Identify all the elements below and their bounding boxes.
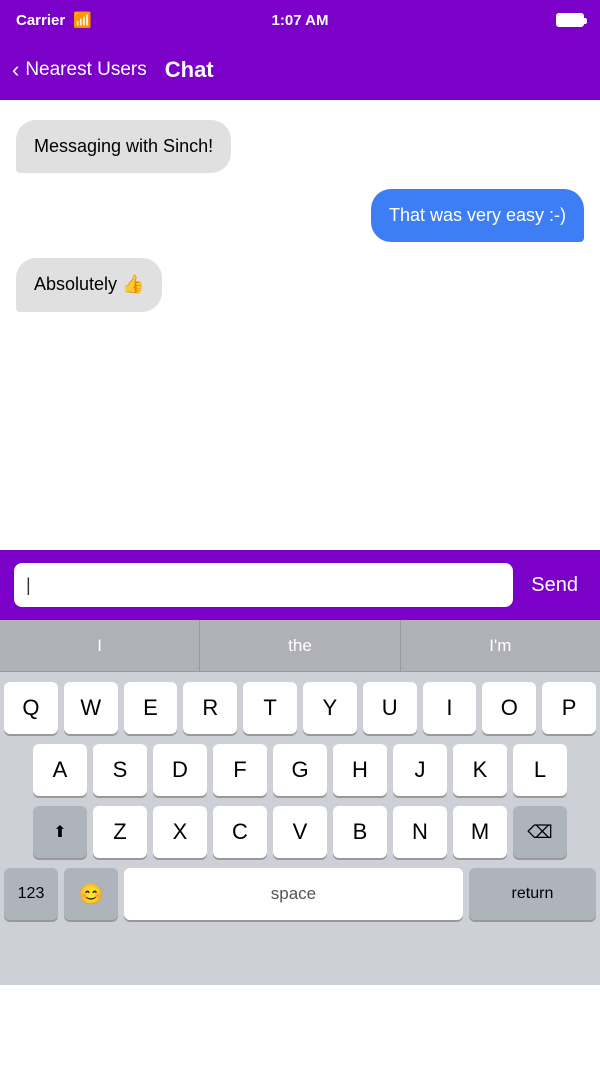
key-W[interactable]: W xyxy=(64,682,118,734)
status-right xyxy=(556,13,584,27)
predictive-item-0[interactable]: I xyxy=(0,620,200,671)
message-bubble-3: Absolutely 👍 xyxy=(16,258,162,311)
message-row-2: That was very easy :-) xyxy=(16,189,584,242)
battery-icon xyxy=(556,13,584,27)
space-key[interactable]: space xyxy=(124,868,463,920)
key-R[interactable]: R xyxy=(183,682,237,734)
back-arrow-icon: ‹ xyxy=(12,57,19,83)
key-G[interactable]: G xyxy=(273,744,327,796)
message-bubble-2: That was very easy :-) xyxy=(371,189,584,242)
message-bubble-1: Messaging with Sinch! xyxy=(16,120,231,173)
keyboard-row-4: 123 😊 space return xyxy=(4,868,596,920)
input-toolbar: Send xyxy=(0,550,600,620)
key-E[interactable]: E xyxy=(124,682,178,734)
key-A[interactable]: A xyxy=(33,744,87,796)
num-key[interactable]: 123 xyxy=(4,868,58,920)
key-H[interactable]: H xyxy=(333,744,387,796)
key-C[interactable]: C xyxy=(213,806,267,858)
keyboard-row-1: Q W E R T Y U I O P xyxy=(4,682,596,734)
key-M[interactable]: M xyxy=(453,806,507,858)
shift-key[interactable]: ⬆ xyxy=(33,806,87,858)
predictive-item-2[interactable]: I'm xyxy=(401,620,600,671)
back-label: Nearest Users xyxy=(25,59,146,81)
message-row-1: Messaging with Sinch! xyxy=(16,120,584,173)
key-Z[interactable]: Z xyxy=(93,806,147,858)
key-J[interactable]: J xyxy=(393,744,447,796)
key-N[interactable]: N xyxy=(393,806,447,858)
send-button[interactable]: Send xyxy=(523,570,586,601)
key-B[interactable]: B xyxy=(333,806,387,858)
key-D[interactable]: D xyxy=(153,744,207,796)
key-T[interactable]: T xyxy=(243,682,297,734)
wifi-icon: 📶 xyxy=(73,11,92,29)
key-I[interactable]: I xyxy=(423,682,477,734)
key-X[interactable]: X xyxy=(153,806,207,858)
key-O[interactable]: O xyxy=(482,682,536,734)
predictive-item-1[interactable]: the xyxy=(200,620,400,671)
back-button[interactable]: ‹ Nearest Users xyxy=(12,57,147,83)
key-L[interactable]: L xyxy=(513,744,567,796)
return-key[interactable]: return xyxy=(469,868,596,920)
predictive-bar: I the I'm xyxy=(0,620,600,672)
message-row-3: Absolutely 👍 xyxy=(16,258,584,311)
key-P[interactable]: P xyxy=(542,682,596,734)
key-S[interactable]: S xyxy=(93,744,147,796)
key-K[interactable]: K xyxy=(453,744,507,796)
key-F[interactable]: F xyxy=(213,744,267,796)
status-left: Carrier 📶 xyxy=(16,11,92,29)
nav-title: Chat xyxy=(165,57,214,83)
chat-area: Messaging with Sinch! That was very easy… xyxy=(0,100,600,550)
keyboard-row-2: A S D F G H J K L xyxy=(4,744,596,796)
key-V[interactable]: V xyxy=(273,806,327,858)
key-Y[interactable]: Y xyxy=(303,682,357,734)
message-input[interactable] xyxy=(14,563,513,607)
keyboard: Q W E R T Y U I O P A S D F G H J K L ⬆ … xyxy=(0,672,600,985)
carrier-label: Carrier xyxy=(16,12,65,29)
key-U[interactable]: U xyxy=(363,682,417,734)
key-Q[interactable]: Q xyxy=(4,682,58,734)
keyboard-row-3: ⬆ Z X C V B N M ⌫ xyxy=(4,806,596,858)
nav-bar: ‹ Nearest Users Chat xyxy=(0,40,600,100)
status-time: 1:07 AM xyxy=(272,12,329,29)
emoji-key[interactable]: 😊 xyxy=(64,868,118,920)
status-bar: Carrier 📶 1:07 AM xyxy=(0,0,600,40)
delete-key[interactable]: ⌫ xyxy=(513,806,567,858)
